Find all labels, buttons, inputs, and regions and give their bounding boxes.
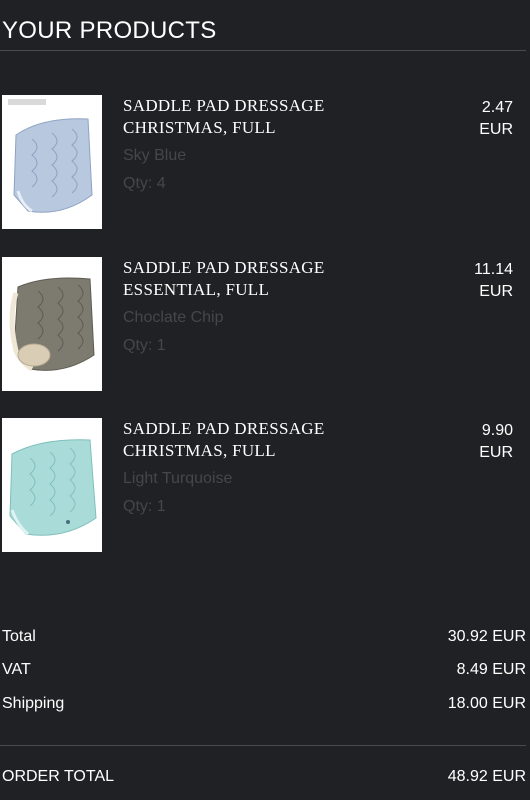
product-name[interactable]: SADDLE PAD DRESSAGE CHRISTMAS, FULL	[123, 418, 353, 462]
product-variant: Choclate Chip	[123, 309, 224, 326]
order-total-value: 48.92 EUR	[447, 768, 526, 785]
order-total-label: ORDER TOTAL	[2, 768, 115, 785]
price-amount: 11.14	[474, 261, 513, 278]
price-amount: 2.47	[481, 99, 513, 116]
product-image[interactable]	[2, 418, 102, 552]
product-price: 11.14 EUR	[474, 259, 513, 303]
price-amount: 9.90	[481, 422, 513, 439]
saddle-pad-image	[2, 95, 102, 229]
price-currency: EUR	[479, 444, 513, 461]
product-image[interactable]	[2, 95, 102, 229]
product-name[interactable]: SADDLE PAD DRESSAGE CHRISTMAS, FULL	[123, 95, 353, 139]
product-price: 9.90 EUR	[479, 420, 513, 464]
product-quantity: Qty: 1	[123, 498, 166, 515]
shipping-label: Shipping	[2, 695, 65, 712]
products-header: YOUR PRODUCTS	[0, 0, 526, 51]
saddle-pad-image	[2, 257, 102, 391]
product-quantity: Qty: 4	[123, 175, 166, 192]
summary-divider	[0, 745, 526, 746]
page-title: YOUR PRODUCTS	[2, 17, 217, 44]
product-quantity: Qty: 1	[123, 337, 166, 354]
price-currency: EUR	[479, 121, 513, 138]
product-variant: Light Turquoise	[123, 470, 233, 487]
total-label: Total	[2, 628, 36, 645]
vat-label: VAT	[2, 661, 31, 678]
product-variant: Sky Blue	[123, 147, 187, 164]
shipping-value: 18.00 EUR	[447, 695, 526, 712]
price-currency: EUR	[479, 283, 513, 300]
product-image[interactable]	[2, 257, 102, 391]
product-price: 2.47 EUR	[479, 97, 513, 141]
vat-value: 8.49 EUR	[456, 661, 526, 678]
saddle-pad-image	[2, 418, 102, 552]
cart-item[interactable]: SADDLE PAD DRESSAGE ESSENTIAL, FULL Choc…	[0, 257, 530, 397]
product-name[interactable]: SADDLE PAD DRESSAGE ESSENTIAL, FULL	[123, 257, 353, 301]
total-value: 30.92 EUR	[447, 628, 526, 645]
cart-item[interactable]: SADDLE PAD DRESSAGE CHRISTMAS, FULL Sky …	[0, 95, 530, 235]
cart-item[interactable]: SADDLE PAD DRESSAGE CHRISTMAS, FULL Ligh…	[0, 418, 530, 558]
